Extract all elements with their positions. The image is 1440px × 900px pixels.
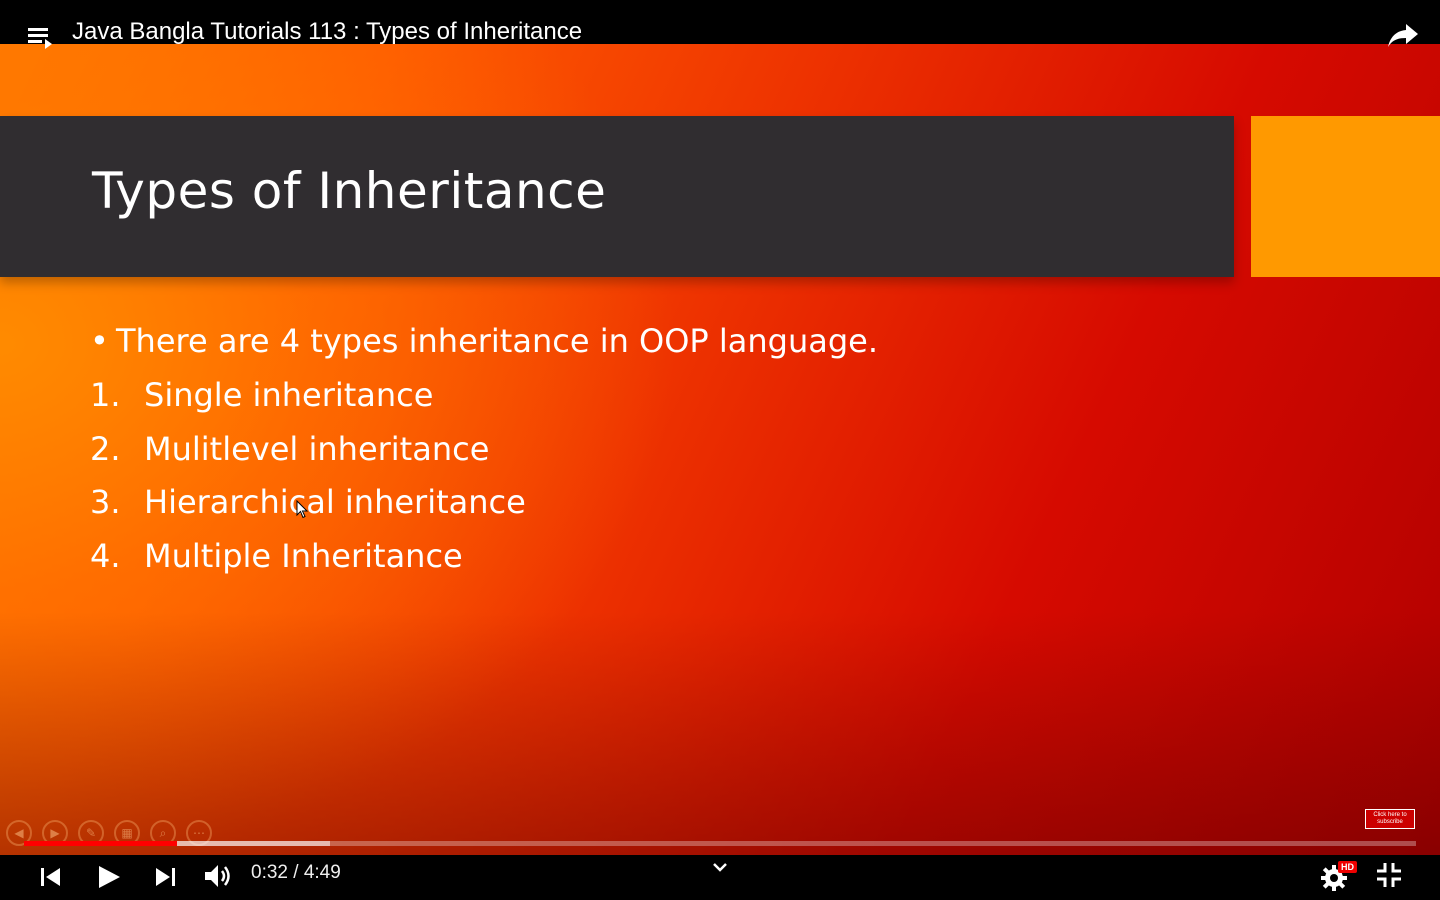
- top-bar: Java Bangla Tutorials 113 : Types of Inh…: [0, 0, 1440, 49]
- chevron-down-icon: [713, 863, 727, 872]
- exit-fullscreen-icon: [1377, 863, 1401, 887]
- bullet-dot-icon: •: [90, 322, 109, 360]
- list-item-number: 4.: [90, 537, 121, 575]
- playlist-button[interactable]: [24, 24, 56, 50]
- slide-bullet-text: There are 4 types inheritance in OOP lan…: [116, 322, 879, 360]
- video-frame[interactable]: Types of Inheritance • There are 4 types …: [0, 44, 1440, 855]
- video-title[interactable]: Java Bangla Tutorials 113 : Types of Inh…: [72, 18, 582, 46]
- mouse-cursor-icon: [296, 500, 309, 519]
- list-item-number: 2.: [90, 430, 121, 468]
- list-item-text: Mulitlevel inheritance: [144, 430, 490, 468]
- controls-bar: 0:32 / 4:49 HD: [0, 855, 1440, 900]
- share-button[interactable]: [1386, 20, 1420, 50]
- exit-fullscreen-button[interactable]: [1375, 861, 1403, 889]
- list-item-text: Hierarchical inheritance: [144, 483, 526, 521]
- list-item-text: Multiple Inheritance: [144, 537, 463, 575]
- play-icon: [99, 866, 120, 888]
- slide-bullet: • There are 4 types inheritance in OOP la…: [90, 322, 878, 360]
- volume-icon: [205, 865, 230, 887]
- slide-title-bar: Types of Inheritance: [0, 116, 1234, 277]
- list-item: 1. Single inheritance: [90, 376, 433, 414]
- previous-icon: [41, 868, 60, 886]
- progress-played: [24, 841, 178, 846]
- list-item: 4. Multiple Inheritance: [90, 537, 463, 575]
- progress-bar[interactable]: [24, 841, 1416, 846]
- play-button[interactable]: [95, 863, 123, 891]
- next-button[interactable]: [152, 864, 178, 890]
- share-icon: [1388, 24, 1418, 47]
- next-icon: [156, 868, 175, 886]
- subscribe-badge[interactable]: Click here to subscribe: [1365, 809, 1415, 829]
- time-display: 0:32 / 4:49: [251, 862, 341, 883]
- list-item-number: 1.: [90, 376, 121, 414]
- list-item: 2. Mulitlevel inheritance: [90, 430, 489, 468]
- list-item-number: 3.: [90, 483, 121, 521]
- slide-accent-block: [1251, 116, 1440, 277]
- hd-badge: HD: [1338, 861, 1357, 873]
- playlist-icon: [28, 28, 52, 49]
- volume-button[interactable]: [202, 860, 234, 892]
- chevron-down-button[interactable]: [710, 859, 730, 875]
- previous-button[interactable]: [38, 864, 64, 890]
- slide-title: Types of Inheritance: [92, 162, 607, 220]
- list-item-text: Single inheritance: [144, 376, 434, 414]
- video-player: Java Bangla Tutorials 113 : Types of Inh…: [0, 0, 1440, 900]
